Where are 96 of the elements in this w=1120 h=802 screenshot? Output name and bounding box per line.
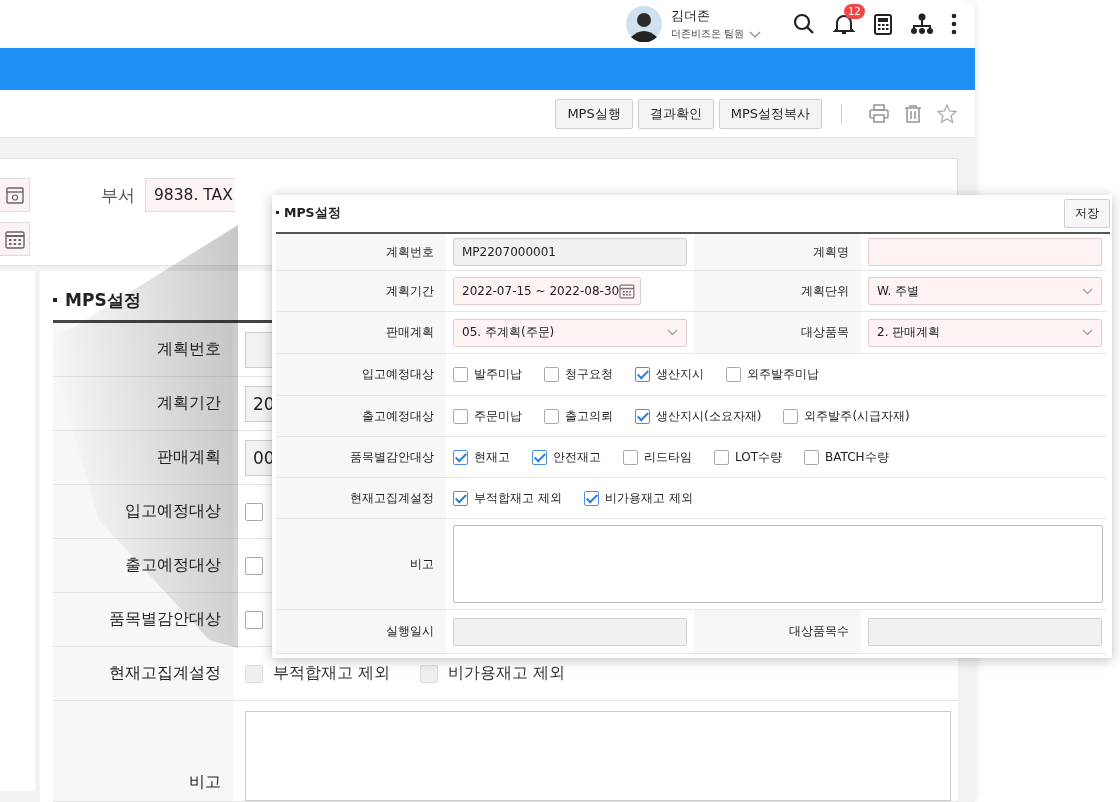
- field-label: 부서: [100, 183, 136, 207]
- user-team: 더존비즈온 팀원: [670, 28, 744, 42]
- field-label: 계획명: [813, 243, 849, 261]
- panel-title: MPS설정: [276, 205, 341, 222]
- checkbox-label: 발주미납: [474, 366, 522, 383]
- dropdown[interactable]: 05. 주계획(주문): [453, 318, 687, 347]
- chevron-down-icon[interactable]: [1082, 287, 1093, 295]
- dropdown[interactable]: W. 주별: [868, 277, 1102, 305]
- field-label: 비고: [410, 555, 434, 573]
- search-icon[interactable]: [793, 13, 815, 36]
- field-label: 계획번호: [157, 339, 221, 360]
- remarks-field[interactable]: [453, 525, 1103, 603]
- checkbox-label: BATCH수량: [825, 448, 889, 466]
- field-label: 입고예정대상: [125, 501, 221, 522]
- field-label: 대상품목: [801, 324, 849, 341]
- checkbox-label: 외주발주(시급자재): [804, 407, 910, 425]
- printer-icon[interactable]: [869, 104, 889, 124]
- avatar-icon: [625, 6, 662, 43]
- field-label: 현재고집계설정: [350, 489, 434, 507]
- checkbox-label: 리드타임: [644, 448, 692, 466]
- checkbox-label: 비가용재고 제외: [604, 489, 693, 507]
- field-label: 입고예정대상: [362, 366, 434, 383]
- calculator-icon[interactable]: [873, 13, 893, 35]
- field-value: 2. 판매계획: [877, 324, 941, 341]
- input-field[interactable]: [868, 238, 1102, 266]
- checkbox-label: 안전재고: [553, 448, 601, 466]
- checkbox[interactable]: [453, 408, 468, 424]
- input-field[interactable]: MP2207000001: [453, 238, 687, 266]
- copy-date-button[interactable]: [0, 178, 30, 212]
- toolbar-button[interactable]: 결과확인: [637, 98, 714, 129]
- calendar-button[interactable]: [0, 222, 30, 256]
- field-label: 실행일시: [386, 623, 434, 640]
- dropdown[interactable]: 2. 판매계획: [868, 318, 1102, 347]
- input-field[interactable]: [868, 617, 1102, 646]
- star-icon[interactable]: [937, 103, 957, 124]
- checkbox-label: 생산지시: [656, 366, 704, 383]
- checkbox[interactable]: [623, 449, 638, 465]
- field-label: 품목별감안대상: [350, 448, 434, 466]
- field-label: 출고예정대상: [125, 555, 221, 576]
- department-field[interactable]: 9838. TAX: [145, 178, 235, 212]
- field-value: MP2207000001: [462, 245, 556, 259]
- chevron-down-icon[interactable]: [1082, 329, 1093, 336]
- field-label: 판매계획: [157, 447, 221, 468]
- trash-icon[interactable]: [904, 104, 922, 123]
- checkbox[interactable]: [532, 449, 547, 465]
- checkbox[interactable]: [726, 367, 741, 382]
- field-value: 05. 주계획(주문): [462, 324, 555, 341]
- save-button[interactable]: 저장: [1064, 199, 1110, 228]
- remarks-field[interactable]: [245, 711, 951, 801]
- input-field[interactable]: [453, 617, 687, 646]
- field-label: 계획기간: [157, 393, 221, 414]
- date-range-field[interactable]: 2022-07-15 ~ 2022-08-30: [453, 277, 641, 305]
- user-name: 김더존: [670, 7, 711, 26]
- input-field[interactable]: [245, 331, 275, 368]
- notification-badge: 12: [844, 4, 865, 20]
- field-label: 대상품목수: [789, 623, 849, 640]
- checkbox[interactable]: [453, 490, 468, 506]
- checkbox-label: 청구요청: [565, 366, 613, 383]
- checkbox[interactable]: [583, 490, 599, 506]
- checkbox[interactable]: [544, 367, 559, 382]
- checkbox[interactable]: [245, 556, 263, 575]
- checkbox-label: 부적합재고 제외: [273, 663, 391, 684]
- field-label: 현재고집계설정: [109, 663, 221, 684]
- field-label: 판매계획: [386, 324, 434, 341]
- checkbox[interactable]: [544, 408, 559, 424]
- checkbox[interactable]: [245, 502, 263, 521]
- checkbox-label: 현재고: [474, 448, 510, 466]
- toolbar-button[interactable]: MPS설정복사: [718, 98, 822, 129]
- field-label: 비고: [189, 772, 221, 793]
- field-label: 출고예정대상: [362, 407, 434, 425]
- calendar-icon: [4, 229, 25, 249]
- checkbox-label: 주문미납: [474, 407, 522, 425]
- checkbox[interactable]: [245, 610, 263, 629]
- checkbox[interactable]: [453, 367, 468, 382]
- checkbox-label: 생산지시(소요자재): [656, 407, 762, 425]
- chevron-down-icon[interactable]: [749, 30, 761, 39]
- bell-icon[interactable]: [833, 13, 855, 36]
- checkbox[interactable]: [783, 408, 799, 424]
- checkbox-label: 부적합재고 제외: [474, 489, 562, 507]
- more-icon[interactable]: [951, 13, 957, 36]
- checkbox-label: LOT수량: [735, 448, 783, 466]
- checkbox[interactable]: [635, 408, 650, 424]
- toolbar-button[interactable]: MPS실행: [555, 98, 633, 129]
- checkbox-label: 비가용재고 제외: [448, 663, 566, 684]
- checkbox[interactable]: [635, 367, 650, 382]
- checkbox[interactable]: [714, 449, 729, 465]
- field-label: 계획번호: [386, 243, 434, 261]
- checkbox[interactable]: [804, 449, 820, 465]
- chevron-down-icon[interactable]: [667, 329, 678, 336]
- org-chart-icon[interactable]: [911, 13, 933, 36]
- calendar-icon: [5, 186, 24, 204]
- checkbox-label: 출고의뢰: [565, 407, 613, 425]
- calendar-icon[interactable]: [619, 283, 635, 299]
- field-label: 품목별감안대상: [109, 609, 221, 630]
- checkbox-label: 외주발주미납: [747, 366, 819, 383]
- checkbox[interactable]: [453, 449, 468, 465]
